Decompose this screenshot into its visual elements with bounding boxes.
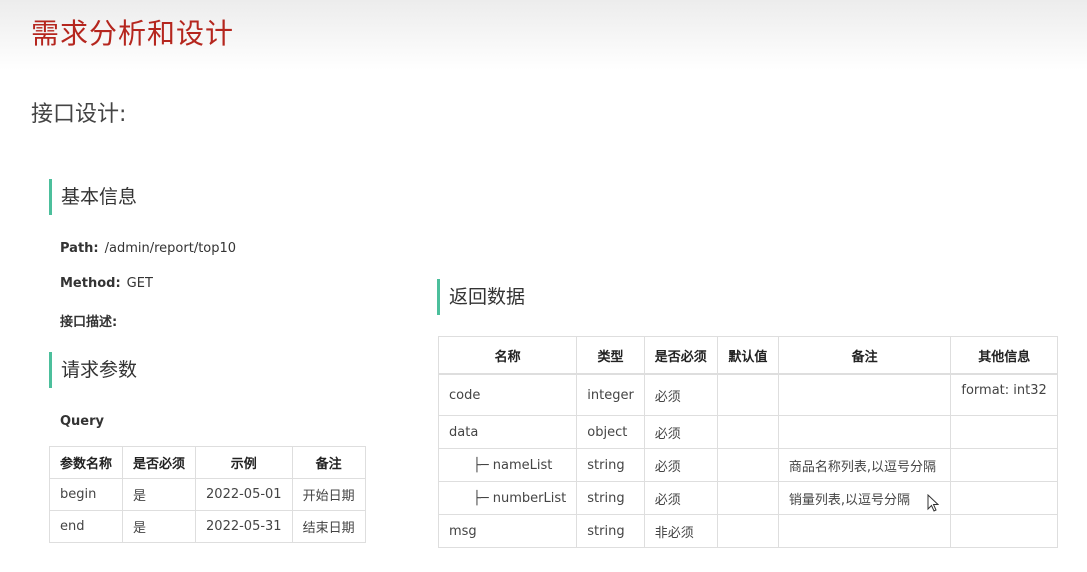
table-cell: code: [437, 373, 578, 416]
table-cell: [777, 415, 952, 449]
column-header: 类型: [576, 336, 645, 375]
desc-label: 接口描述:: [60, 315, 118, 330]
path-row: Path: /admin/report/top10: [60, 241, 236, 256]
table-row: end 是 2022-05-31 结束日期: [48, 510, 366, 543]
table-row: begin 是 2022-05-01 开始日期: [48, 478, 366, 511]
table-cell: [950, 415, 1058, 449]
table-header-row: 参数名称 是否必须 示例 备注: [48, 446, 366, 479]
table-cell: ├─ nameList: [437, 448, 578, 482]
table-cell: [950, 481, 1058, 515]
table-cell: format: int32: [950, 373, 1058, 416]
column-header: 示例: [195, 446, 293, 479]
table-cell: [777, 373, 952, 416]
table-cell: msg: [437, 514, 578, 548]
table-cell: string: [576, 481, 645, 515]
desc-row: 接口描述:: [60, 311, 117, 330]
page-subtitle: 接口设计:: [31, 102, 127, 127]
table-cell: object: [576, 415, 645, 449]
column-header: 参数名称: [48, 446, 124, 479]
method-value: GET: [126, 276, 153, 291]
table-cell: [716, 448, 779, 482]
table-cell: [777, 514, 952, 548]
table-cell: integer: [576, 373, 645, 416]
table-row: data object 必须: [437, 415, 1058, 449]
table-cell: 非必须: [643, 514, 718, 548]
request-params-heading: 请求参数: [49, 352, 137, 388]
column-header: 名称: [437, 336, 578, 375]
table-cell: ├─ numberList: [437, 481, 578, 515]
table-cell: string: [576, 448, 645, 482]
table-cell: [716, 481, 779, 515]
table-cell: 开始日期: [291, 478, 366, 511]
column-header: 是否必须: [122, 446, 197, 479]
table-cell: [716, 514, 779, 548]
mouse-pointer-icon: [927, 494, 939, 512]
table-cell: 是: [122, 510, 197, 543]
table-row: code integer 必须 format: int32: [437, 373, 1058, 416]
table-cell: 必须: [643, 448, 718, 482]
path-value: /admin/report/top10: [104, 241, 237, 256]
table-cell: [716, 373, 779, 416]
table-cell: 必须: [643, 373, 718, 416]
column-header: 备注: [777, 336, 952, 375]
table-cell: 必须: [643, 415, 718, 449]
table-cell: 2022-05-01: [195, 478, 293, 511]
column-header: 是否必须: [643, 336, 718, 375]
table-cell: begin: [48, 478, 124, 511]
table-cell: data: [437, 415, 578, 449]
column-header: 默认值: [716, 336, 779, 375]
table-cell: 必须: [643, 481, 718, 515]
table-cell: 是: [122, 478, 197, 511]
table-row: msg string 非必须: [437, 514, 1058, 548]
table-cell: end: [48, 510, 124, 543]
page-title: 需求分析和设计: [31, 17, 235, 50]
request-params-table: 参数名称 是否必须 示例 备注 begin 是 2022-05-01 开始日期 …: [48, 446, 366, 543]
table-cell: [950, 448, 1058, 482]
table-row: ├─ nameList string 必须 商品名称列表,以逗号分隔: [437, 448, 1058, 482]
table-row: ├─ numberList string 必须 销量列表,以逗号分隔: [437, 481, 1058, 515]
method-row: Method: GET: [60, 276, 153, 291]
table-cell: 商品名称列表,以逗号分隔: [777, 448, 952, 482]
table-cell: string: [576, 514, 645, 548]
query-label: Query: [60, 414, 105, 429]
response-data-heading: 返回数据: [437, 279, 525, 315]
table-cell: 销量列表,以逗号分隔: [777, 481, 952, 515]
column-header: 备注: [291, 446, 366, 479]
table-cell: 2022-05-31: [195, 510, 293, 543]
table-cell: 结束日期: [291, 510, 366, 543]
method-label: Method:: [60, 276, 121, 291]
table-cell: [716, 415, 779, 449]
column-header: 其他信息: [950, 336, 1058, 375]
response-data-table: 名称 类型 是否必须 默认值 备注 其他信息 code integer 必须 f…: [437, 336, 1058, 548]
table-cell: [950, 514, 1058, 548]
basic-info-heading: 基本信息: [49, 179, 137, 215]
table-header-row: 名称 类型 是否必须 默认值 备注 其他信息: [437, 336, 1058, 375]
path-label: Path:: [60, 241, 99, 256]
